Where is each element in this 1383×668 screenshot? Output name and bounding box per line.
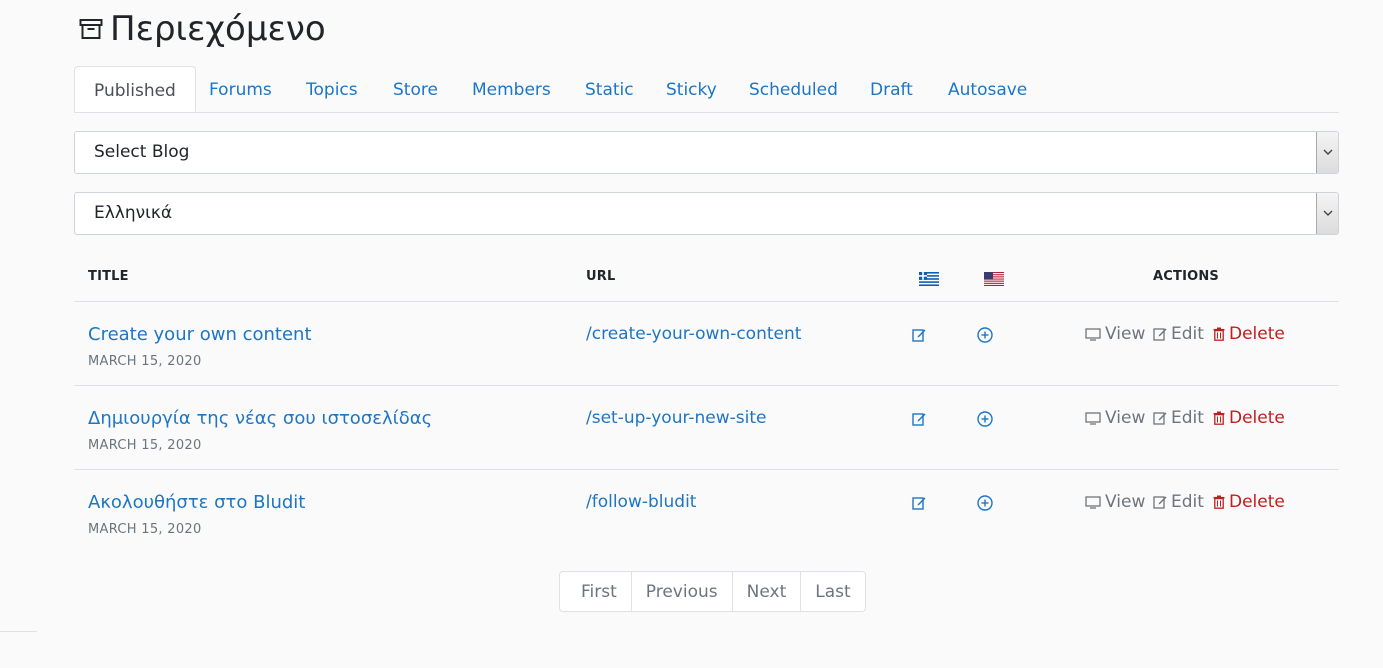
view-label: View — [1105, 324, 1146, 344]
pagination-first[interactable]: First — [560, 572, 631, 611]
delete-label: Delete — [1229, 492, 1285, 512]
tab-published[interactable]: Published — [74, 66, 196, 112]
delete-button[interactable]: Delete — [1213, 492, 1285, 512]
tab-autosave[interactable]: Autosave — [948, 66, 1027, 112]
edit-button[interactable]: Edit — [1153, 492, 1204, 512]
table-header: TITLE URL ACTIONS — [74, 256, 1339, 302]
title-column-header: TITLE — [88, 269, 129, 284]
post-title-link[interactable]: Create your own content — [88, 324, 312, 345]
language-select[interactable]: Ελληνικά — [74, 192, 1339, 235]
greek-flag-icon — [919, 272, 939, 286]
tab-scheduled[interactable]: Scheduled — [749, 66, 838, 112]
tab-forums[interactable]: Forums — [209, 66, 272, 112]
post-url-link[interactable]: /create-your-own-content — [586, 324, 801, 344]
post-url-link[interactable]: /set-up-your-new-site — [586, 408, 767, 428]
actions-column-header: ACTIONS — [1153, 269, 1220, 284]
content-tabs: Published Forums Topics Store Members St… — [74, 66, 1339, 113]
tab-members[interactable]: Members — [472, 66, 551, 112]
language-select-value: Ελληνικά — [94, 203, 173, 223]
edit-icon — [1153, 496, 1167, 509]
page-header: Περιεχόμενο — [79, 6, 326, 52]
tab-store[interactable]: Store — [393, 66, 438, 112]
post-title-link[interactable]: Ακολουθήστε στο Bludit — [88, 492, 305, 513]
trash-icon — [1213, 327, 1225, 341]
edit-button[interactable]: Edit — [1153, 408, 1204, 428]
url-column-header: URL — [586, 269, 616, 284]
view-button[interactable]: View — [1085, 324, 1145, 344]
blog-select[interactable]: Select Blog — [74, 131, 1339, 174]
add-translation-icon[interactable] — [977, 411, 993, 427]
edit-button[interactable]: Edit — [1153, 324, 1204, 344]
tab-topics[interactable]: Topics — [306, 66, 358, 112]
blog-select-value: Select Blog — [94, 142, 190, 162]
us-flag-icon — [984, 272, 1004, 286]
edit-label: Edit — [1171, 408, 1204, 428]
add-translation-icon[interactable] — [977, 327, 993, 343]
post-url-link[interactable]: /follow-bludit — [586, 492, 696, 512]
tab-draft[interactable]: Draft — [870, 66, 913, 112]
pagination-previous[interactable]: Previous — [630, 572, 732, 611]
pagination: First Previous Next Last — [559, 571, 866, 612]
edit-label: Edit — [1171, 324, 1204, 344]
archive-icon — [79, 19, 103, 39]
delete-label: Delete — [1229, 324, 1285, 344]
edit-icon — [1153, 328, 1167, 341]
view-label: View — [1105, 492, 1146, 512]
monitor-icon — [1085, 495, 1101, 509]
delete-button[interactable]: Delete — [1213, 408, 1285, 428]
table-row: Δημιουργία της νέας σου ιστοσελίδας MARC… — [74, 386, 1339, 470]
delete-button[interactable]: Delete — [1213, 324, 1285, 344]
trash-icon — [1213, 495, 1225, 509]
edit-label: Edit — [1171, 492, 1204, 512]
trash-icon — [1213, 411, 1225, 425]
add-translation-icon[interactable] — [977, 495, 993, 511]
divider — [0, 631, 37, 632]
edit-translation-icon[interactable] — [912, 412, 926, 426]
table-row: Create your own content MARCH 15, 2020 /… — [74, 302, 1339, 386]
monitor-icon — [1085, 411, 1101, 425]
edit-icon — [1153, 412, 1167, 425]
delete-label: Delete — [1229, 408, 1285, 428]
chevron-down-icon[interactable] — [1316, 132, 1338, 173]
chevron-down-icon[interactable] — [1316, 193, 1338, 234]
pagination-next[interactable]: Next — [731, 572, 801, 611]
post-title-link[interactable]: Δημιουργία της νέας σου ιστοσελίδας — [88, 408, 432, 429]
edit-translation-icon[interactable] — [912, 496, 926, 510]
post-date: MARCH 15, 2020 — [88, 522, 202, 537]
view-label: View — [1105, 408, 1146, 428]
page-title: Περιεχόμενο — [110, 9, 326, 49]
content-table: TITLE URL ACTIONS Create your own conten… — [74, 256, 1339, 553]
tab-static[interactable]: Static — [585, 66, 634, 112]
monitor-icon — [1085, 327, 1101, 341]
post-date: MARCH 15, 2020 — [88, 438, 202, 453]
pagination-last[interactable]: Last — [800, 572, 864, 611]
view-button[interactable]: View — [1085, 492, 1145, 512]
view-button[interactable]: View — [1085, 408, 1145, 428]
table-row: Ακολουθήστε στο Bludit MARCH 15, 2020 /f… — [74, 470, 1339, 553]
tab-sticky[interactable]: Sticky — [666, 66, 717, 112]
post-date: MARCH 15, 2020 — [88, 354, 202, 369]
edit-translation-icon[interactable] — [912, 328, 926, 342]
